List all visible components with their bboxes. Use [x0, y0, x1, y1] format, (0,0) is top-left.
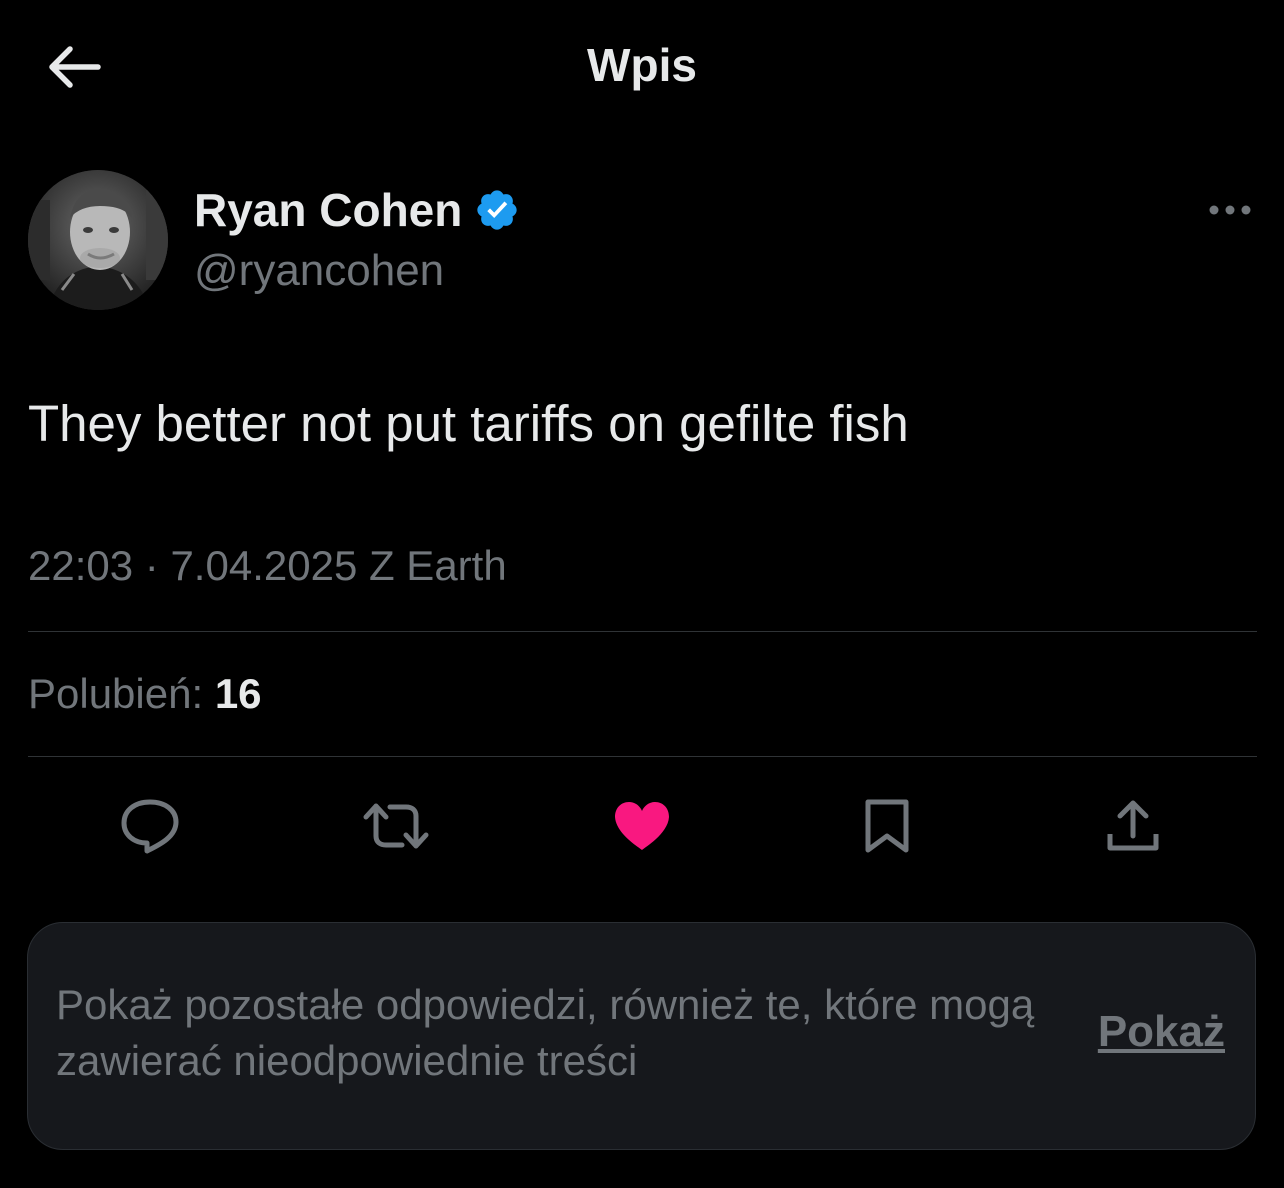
reply-button[interactable] [106, 782, 194, 870]
tweet-source: Z Earth [368, 542, 507, 589]
arrow-left-icon [49, 46, 101, 88]
avatar[interactable] [28, 170, 168, 310]
tweet-time[interactable]: 22:03 [28, 542, 133, 589]
likes-stat[interactable]: Polubień: 16 [28, 670, 262, 718]
hidden-replies-notice: Pokaż pozostałe odpowiedzi, również te, … [27, 922, 1256, 1150]
tweet-author: Ryan Cohen @ryancohen [28, 168, 1256, 310]
more-dots-icon [1209, 205, 1251, 215]
action-bar [28, 782, 1256, 870]
repost-icon [363, 803, 429, 849]
divider [28, 756, 1257, 757]
tweet-date[interactable]: 7.04.2025 [170, 542, 357, 589]
tweet-meta: 22:03 · 7.04.2025 Z Earth [28, 542, 507, 590]
meta-separator: · [144, 542, 159, 589]
divider [28, 631, 1257, 632]
reply-bubble-icon [121, 799, 179, 854]
tweet-text: They better not put tariffs on gefilte f… [28, 395, 909, 452]
name-row: Ryan Cohen [194, 182, 520, 238]
bookmark-button[interactable] [843, 782, 931, 870]
verified-badge-icon [474, 187, 520, 233]
page-title: Wpis [587, 39, 697, 91]
repost-button[interactable] [352, 782, 440, 870]
likes-label: Polubień: [28, 670, 204, 717]
user-handle[interactable]: @ryancohen [194, 246, 444, 296]
share-button[interactable] [1089, 782, 1177, 870]
show-replies-button[interactable]: Pokaż [1098, 1007, 1225, 1057]
display-name[interactable]: Ryan Cohen [194, 183, 462, 237]
avatar-photo [28, 170, 168, 310]
back-button[interactable] [40, 38, 106, 96]
top-bar: Wpis [0, 0, 1284, 134]
share-icon [1107, 800, 1159, 851]
like-button[interactable] [598, 782, 686, 870]
more-options-button[interactable] [1204, 192, 1256, 228]
heart-icon [615, 802, 669, 850]
notice-text: Pokaż pozostałe odpowiedzi, również te, … [56, 981, 1035, 1084]
likes-count: 16 [214, 670, 262, 717]
bookmark-icon [865, 799, 909, 853]
